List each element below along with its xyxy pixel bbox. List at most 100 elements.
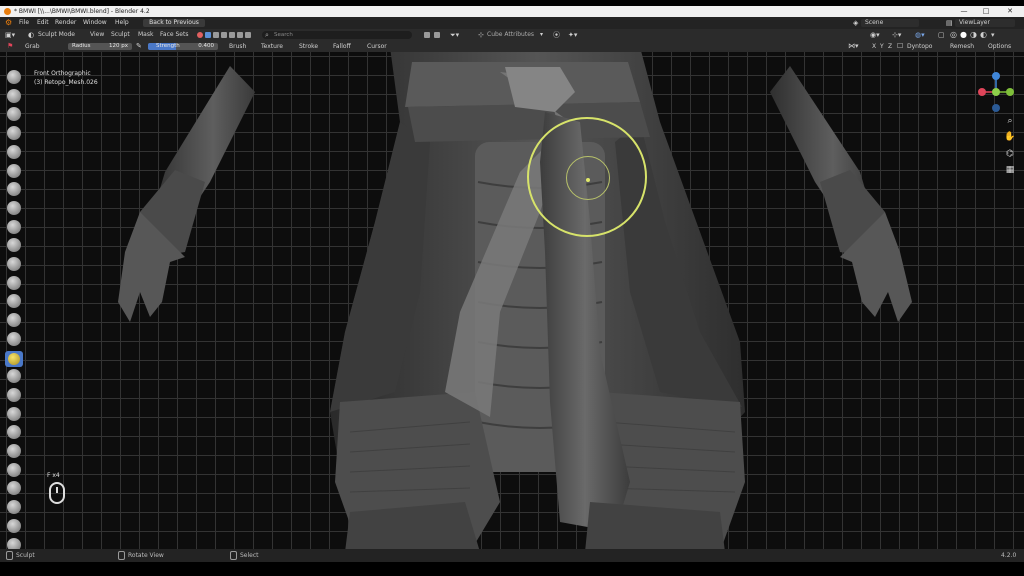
- menu-edit[interactable]: Edit: [37, 17, 49, 29]
- editor-type-icon[interactable]: ▣▾: [5, 29, 15, 41]
- status-select-label: Select: [240, 552, 259, 559]
- nudge-icon[interactable]: [7, 444, 21, 458]
- filter-icon[interactable]: ⏷▾: [450, 29, 459, 41]
- blender-menu-icon[interactable]: ⚙: [5, 17, 12, 29]
- navigation-gizmo[interactable]: [978, 68, 1016, 118]
- layer-icon[interactable]: [7, 163, 21, 178]
- dyntopo-checkbox[interactable]: ☐: [897, 41, 903, 52]
- collection-icon[interactable]: [434, 32, 440, 38]
- gizmo-y-icon[interactable]: [1006, 88, 1014, 96]
- snap-dropdown-icon[interactable]: ▾: [540, 29, 543, 41]
- stroke-dropdown[interactable]: Stroke: [299, 41, 318, 52]
- draw-brush-icon[interactable]: [7, 70, 21, 84]
- gizmo-toggle-icon[interactable]: ⊹▾: [892, 29, 901, 41]
- cursor-dropdown[interactable]: Cursor: [367, 41, 387, 52]
- menu-face-sets[interactable]: Face Sets: [160, 29, 188, 41]
- proportional-edit-icon[interactable]: ⦿: [553, 29, 560, 41]
- fill-icon[interactable]: [7, 275, 21, 290]
- remesh-dropdown[interactable]: Remesh: [950, 41, 974, 52]
- texture-dropdown[interactable]: Texture: [261, 41, 283, 52]
- thumb-icon[interactable]: [7, 406, 21, 421]
- options-dropdown[interactable]: Options: [988, 41, 1011, 52]
- tool-settings-bar: ⚑ Grab Radius 120 px ✎ Strength 0.400 Br…: [0, 41, 1024, 52]
- strength-label: Strength: [156, 43, 180, 49]
- color-attribute-icon[interactable]: [197, 32, 203, 38]
- gizmo-neg-z-icon[interactable]: [992, 104, 1000, 112]
- camera-icon[interactable]: ⌬: [1004, 148, 1016, 160]
- pivot-icon[interactable]: ✦▾: [568, 29, 577, 41]
- menu-help[interactable]: Help: [115, 17, 129, 29]
- shading-solid-icon[interactable]: ●: [960, 29, 967, 41]
- bookmark-icon[interactable]: [424, 32, 430, 38]
- view-name: Front Orthographic: [34, 70, 91, 77]
- dyntopo-label[interactable]: Dyntopo: [907, 41, 932, 52]
- version-label: 4.2.0: [1001, 552, 1017, 559]
- sculpt-mode-icon: ◐: [28, 31, 35, 39]
- pinch-icon[interactable]: [7, 331, 21, 346]
- pan-hand-icon[interactable]: ✋: [1004, 131, 1016, 143]
- shading-options-icon[interactable]: ▾: [991, 29, 995, 41]
- select-circle-icon[interactable]: [229, 32, 235, 38]
- shading-wireframe-icon[interactable]: ◎: [950, 29, 957, 41]
- radius-value: 120 px: [109, 43, 128, 49]
- radius-slider[interactable]: Radius 120 px: [68, 43, 132, 50]
- viewport-info: Front Orthographic (3) Retopo_Mesh.026: [34, 69, 98, 87]
- status-sculpt-label: Sculpt: [16, 552, 35, 559]
- scene-selector[interactable]: Scene: [861, 19, 919, 27]
- strength-slider[interactable]: Strength 0.400: [148, 43, 218, 50]
- grab-icon[interactable]: [5, 350, 23, 367]
- clay-thumb-icon[interactable]: [7, 144, 21, 159]
- view-layer-selector[interactable]: ViewLayer: [955, 19, 1015, 27]
- crease-icon[interactable]: [7, 219, 21, 234]
- symmetry-icon[interactable]: ⋈▾: [848, 41, 859, 52]
- shading-material-icon[interactable]: ◑: [970, 29, 977, 41]
- axis-y-toggle[interactable]: Y: [880, 41, 884, 52]
- draw-sharp-icon[interactable]: [7, 88, 21, 103]
- boundary-icon[interactable]: [7, 500, 21, 515]
- gizmo-center-icon[interactable]: [992, 88, 1000, 96]
- snake-hook-icon[interactable]: [7, 387, 21, 402]
- close-button[interactable]: ✕: [998, 6, 1022, 17]
- menu-window[interactable]: Window: [83, 17, 107, 29]
- menu-sculpt[interactable]: Sculpt: [111, 29, 130, 41]
- maximize-button[interactable]: □: [974, 6, 998, 17]
- select-lasso-icon[interactable]: [213, 32, 219, 38]
- 3d-viewport[interactable]: Front Orthographic (3) Retopo_Mesh.026 ⌕…: [0, 52, 1024, 549]
- back-to-previous-button[interactable]: Back to Previous: [143, 19, 205, 27]
- brush-dropdown[interactable]: Brush: [229, 41, 246, 52]
- menu-render[interactable]: Render: [55, 17, 76, 29]
- multiplane-scrape-icon[interactable]: [7, 313, 21, 328]
- gizmo-z-icon[interactable]: [992, 72, 1000, 80]
- snap-selector[interactable]: Cube Attributes: [487, 29, 534, 41]
- status-rotate-label: Rotate View: [128, 552, 164, 559]
- hide-icon[interactable]: [245, 32, 251, 38]
- xray-icon[interactable]: ▢: [938, 29, 945, 41]
- select-mode-icon[interactable]: [237, 32, 243, 38]
- rotate-icon[interactable]: [7, 462, 21, 477]
- menu-view[interactable]: View: [90, 29, 104, 41]
- mouse-left-icon: [6, 551, 13, 560]
- axis-z-toggle[interactable]: Z: [888, 41, 892, 52]
- blob-icon[interactable]: [7, 200, 21, 215]
- menu-file[interactable]: File: [19, 17, 29, 29]
- search-input[interactable]: Search: [262, 31, 412, 39]
- grid-icon[interactable]: ▦: [1004, 164, 1016, 176]
- falloff-dropdown[interactable]: Falloff: [333, 41, 351, 52]
- pen-pressure-icon[interactable]: ✎: [136, 41, 142, 52]
- clay-strips-icon[interactable]: [7, 126, 21, 141]
- select-tweak-icon[interactable]: [221, 32, 227, 38]
- menu-mask[interactable]: Mask: [138, 29, 153, 41]
- mode-selector[interactable]: Sculpt Mode: [38, 29, 75, 41]
- cloth-icon[interactable]: [7, 518, 21, 533]
- select-box-icon[interactable]: [205, 32, 211, 38]
- snap-icon[interactable]: ⊹: [478, 29, 484, 41]
- shading-rendered-icon[interactable]: ◐: [980, 29, 987, 41]
- gizmo-x-icon[interactable]: [978, 88, 986, 96]
- zoom-icon[interactable]: ⌕: [1004, 115, 1016, 127]
- axis-x-toggle[interactable]: X: [872, 41, 876, 52]
- flatten-icon[interactable]: [7, 257, 21, 271]
- simplify-icon[interactable]: [7, 537, 21, 549]
- visibility-icon[interactable]: ◉▾: [870, 29, 880, 41]
- overlay-icon[interactable]: ◍▾: [915, 29, 925, 41]
- minimize-button[interactable]: —: [952, 6, 976, 17]
